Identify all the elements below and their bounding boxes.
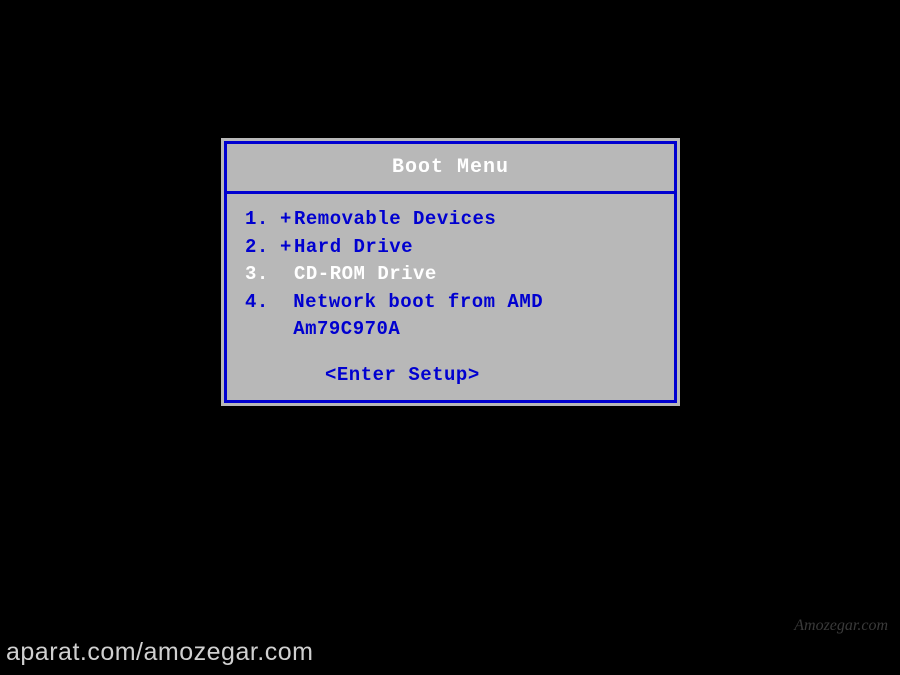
enter-setup-option[interactable]: <Enter Setup> [245,364,656,386]
boot-item-prefix: + [280,206,294,234]
boot-menu-dialog: Boot Menu 1. + Removable Devices 2. + Ha… [221,138,680,406]
boot-item-number: 1. [245,206,280,234]
boot-item-hard-drive[interactable]: 2. + Hard Drive [245,234,656,262]
boot-item-prefix [279,289,293,344]
boot-item-cdrom-drive[interactable]: 3. CD-ROM Drive [245,261,656,289]
boot-item-label: Hard Drive [294,234,413,262]
boot-item-number: 4. [245,289,279,344]
boot-menu-footer: <Enter Setup> [227,356,674,400]
boot-item-label: Network boot from AMD Am79C970A [293,289,656,344]
watermark-bottom-left: aparat.com/amozegar.com [6,638,313,667]
boot-item-label: Removable Devices [294,206,496,234]
boot-item-prefix: + [280,234,294,262]
boot-item-removable-devices[interactable]: 1. + Removable Devices [245,206,656,234]
watermark-bottom-right: Amozegar.com [794,617,888,635]
boot-item-number: 3. [245,261,280,289]
boot-item-label: CD-ROM Drive [294,261,437,289]
boot-item-prefix [280,261,294,289]
boot-menu-items-list: 1. + Removable Devices 2. + Hard Drive 3… [227,194,674,356]
boot-menu-title: Boot Menu [227,144,674,194]
boot-item-number: 2. [245,234,280,262]
boot-item-network-boot[interactable]: 4. Network boot from AMD Am79C970A [245,289,656,344]
boot-menu-inner-border: Boot Menu 1. + Removable Devices 2. + Ha… [224,141,677,403]
